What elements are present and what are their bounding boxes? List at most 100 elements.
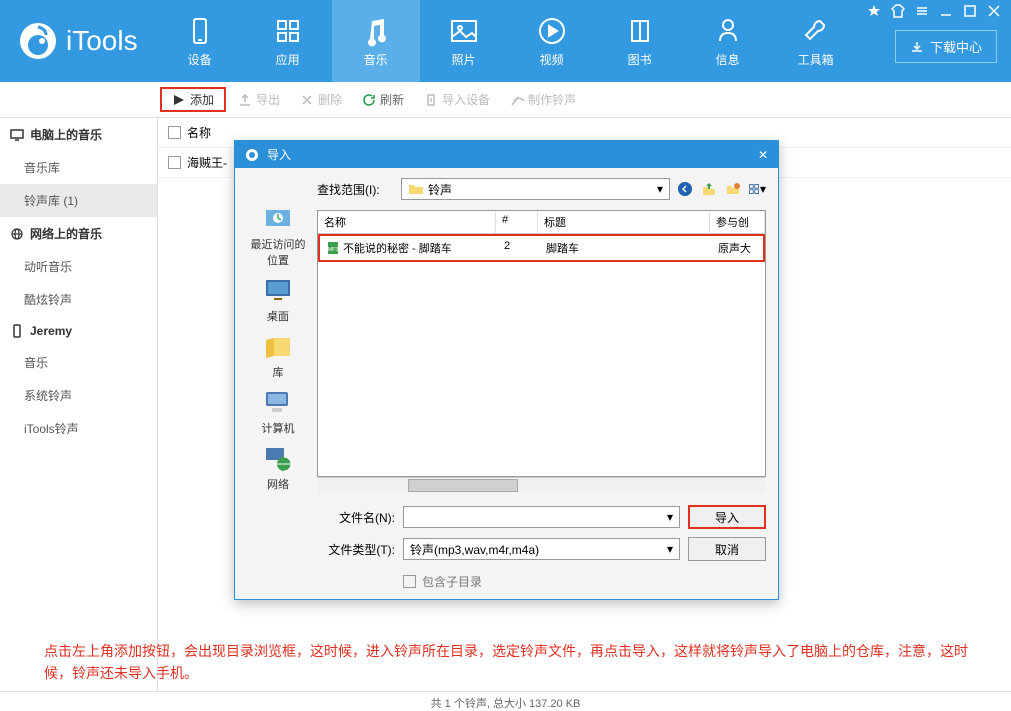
dialog-title-text: 导入	[267, 146, 291, 163]
horizontal-scrollbar[interactable]	[318, 477, 765, 493]
import-device-button[interactable]: 导入设备	[416, 87, 498, 112]
include-subdir-label: 包含子目录	[422, 573, 482, 590]
location-network[interactable]: 网络	[262, 442, 294, 492]
chevron-down-icon: ▾	[667, 542, 673, 556]
make-ringtone-button[interactable]: 制作铃声	[502, 87, 584, 112]
look-in-row: 查找范围(I): 铃声 ▾ ▾	[317, 178, 766, 200]
filename-label: 文件名(N):	[317, 509, 395, 526]
tab-apps[interactable]: 应用	[244, 0, 332, 82]
look-in-label: 查找范围(I):	[317, 181, 395, 198]
view-icon[interactable]: ▾	[748, 180, 766, 198]
tab-photos[interactable]: 照片	[420, 0, 508, 82]
menu-icon[interactable]	[915, 4, 929, 18]
row-filename: 海贼王-	[187, 154, 227, 171]
svg-text:MP3: MP3	[328, 247, 339, 253]
sidebar-section-device: Jeremy	[0, 316, 157, 346]
app-header: iTools 设备 应用 音乐 照片 视频 图书 信息 工具箱 下载中心	[0, 0, 1011, 82]
monitor-icon	[10, 128, 24, 142]
header-tabs: 设备 应用 音乐 照片 视频 图书 信息 工具箱	[156, 0, 860, 82]
chevron-down-icon: ▾	[667, 510, 673, 524]
row-checkbox[interactable]	[168, 156, 181, 169]
delete-button[interactable]: 删除	[292, 87, 350, 112]
download-center-button[interactable]: 下载中心	[895, 30, 997, 63]
sidebar: 电脑上的音乐 音乐库 铃声库 (1) 网络上的音乐 动听音乐 酷炫铃声 Jere…	[0, 118, 158, 691]
sidebar-item-device-music[interactable]: 音乐	[0, 346, 157, 379]
chevron-down-icon: ▾	[657, 182, 663, 196]
col-title-header[interactable]: 标题	[538, 211, 710, 233]
dialog-icon	[245, 148, 259, 162]
sidebar-item-nice-music[interactable]: 动听音乐	[0, 250, 157, 283]
location-computer[interactable]: 计算机	[262, 386, 295, 436]
tab-books[interactable]: 图书	[596, 0, 684, 82]
dialog-close-icon[interactable]: ✕	[758, 148, 768, 162]
itools-logo-icon	[18, 21, 58, 61]
folder-icon	[408, 181, 424, 197]
ringtone-icon	[510, 93, 524, 107]
import-device-icon	[424, 93, 438, 107]
sidebar-section-online: 网络上的音乐	[0, 217, 157, 250]
sidebar-item-music-lib[interactable]: 音乐库	[0, 151, 157, 184]
scroll-thumb[interactable]	[408, 479, 518, 492]
location-library[interactable]: 库	[262, 330, 294, 380]
file-list-header: 名称 # 标题 参与创	[318, 211, 765, 234]
close-icon[interactable]	[987, 4, 1001, 18]
add-button[interactable]: 添加	[160, 87, 226, 112]
col-name-header[interactable]: 名称	[318, 211, 496, 233]
file-list-row[interactable]: MP3不能说的秘密 - 脚踏车 2 脚踏车 原声大	[318, 234, 765, 262]
tab-device[interactable]: 设备	[156, 0, 244, 82]
col-num-header[interactable]: #	[496, 211, 538, 233]
sidebar-item-system-ringtone[interactable]: 系统铃声	[0, 379, 157, 412]
export-icon	[238, 93, 252, 107]
refresh-icon	[362, 93, 376, 107]
import-button[interactable]: 导入	[688, 505, 766, 529]
toolbar: 添加 导出 删除 刷新 导入设备 制作铃声	[0, 82, 1011, 118]
filename-row: 文件名(N): ▾ 导入	[317, 505, 766, 529]
tab-video[interactable]: 视频	[508, 0, 596, 82]
up-icon[interactable]	[700, 180, 718, 198]
window-controls	[867, 4, 1001, 18]
tab-music[interactable]: 音乐	[332, 0, 420, 82]
tab-info[interactable]: 信息	[684, 0, 772, 82]
instruction-annotation: 点击左上角添加按钮，会出现目录浏览框，这时候，进入铃声所在目录，选定铃声文件，再…	[44, 640, 984, 685]
dialog-body: 最近访问的位置 桌面 库 计算机 网络 查找范围(I): 铃声 ▾ ▾	[235, 168, 778, 600]
download-icon	[910, 40, 924, 54]
globe-icon	[10, 227, 24, 241]
dialog-nav-icons: ▾	[676, 180, 766, 198]
filetype-label: 文件类型(T):	[317, 541, 395, 558]
minimize-icon[interactable]	[939, 4, 953, 18]
status-bar: 共 1 个铃声, 总大小 137.20 KB	[0, 691, 1011, 711]
column-name-header: 名称	[187, 124, 211, 141]
app-logo: iTools	[0, 0, 156, 82]
file-list: 名称 # 标题 参与创 MP3不能说的秘密 - 脚踏车 2 脚踏车 原声大	[317, 210, 766, 477]
cancel-button[interactable]: 取消	[688, 537, 766, 561]
sidebar-item-cool-ringtone[interactable]: 酷炫铃声	[0, 283, 157, 316]
app-name: iTools	[66, 25, 138, 57]
col-artist-header[interactable]: 参与创	[710, 211, 765, 233]
look-in-combo[interactable]: 铃声 ▾	[401, 178, 670, 200]
audio-file-icon: MP3	[326, 241, 340, 255]
filetype-select[interactable]: 铃声(mp3,wav,m4r,m4a)▾	[403, 538, 680, 560]
add-icon	[172, 93, 186, 107]
back-icon[interactable]	[676, 180, 694, 198]
delete-icon	[300, 93, 314, 107]
export-button[interactable]: 导出	[230, 87, 288, 112]
location-recent[interactable]: 最近访问的位置	[247, 202, 309, 268]
skin-icon[interactable]	[891, 4, 905, 18]
phone-icon	[10, 324, 24, 338]
include-subdir-checkbox[interactable]	[403, 575, 416, 588]
sidebar-item-itools-ringtone[interactable]: iTools铃声	[0, 412, 157, 445]
dialog-titlebar[interactable]: 导入 ✕	[235, 141, 778, 168]
maximize-icon[interactable]	[963, 4, 977, 18]
star-icon[interactable]	[867, 4, 881, 18]
sidebar-section-local: 电脑上的音乐	[0, 118, 157, 151]
tab-toolbox[interactable]: 工具箱	[772, 0, 860, 82]
dialog-right-pane: 查找范围(I): 铃声 ▾ ▾ 名称 # 标题 参与创	[317, 178, 766, 590]
sidebar-item-ringtone-lib[interactable]: 铃声库 (1)	[0, 184, 157, 217]
new-folder-icon[interactable]	[724, 180, 742, 198]
import-dialog: 导入 ✕ 最近访问的位置 桌面 库 计算机 网络 查找范围(I): 铃声 ▾	[234, 140, 779, 600]
location-desktop[interactable]: 桌面	[262, 274, 294, 324]
filetype-row: 文件类型(T): 铃声(mp3,wav,m4r,m4a)▾ 取消	[317, 537, 766, 561]
filename-input[interactable]: ▾	[403, 506, 680, 528]
select-all-checkbox[interactable]	[168, 126, 181, 139]
refresh-button[interactable]: 刷新	[354, 87, 412, 112]
